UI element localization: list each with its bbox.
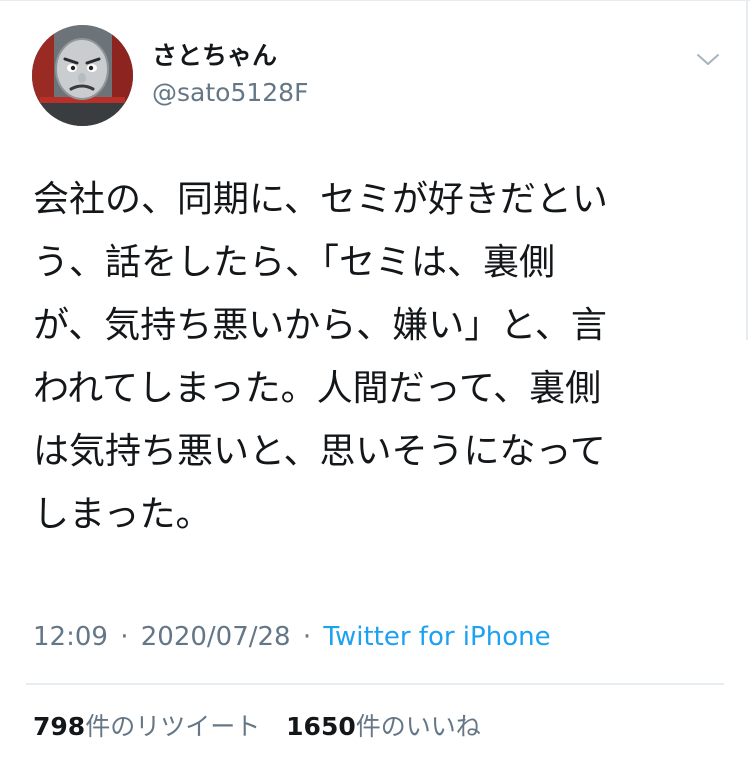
tweet-menu-button[interactable]	[692, 46, 724, 74]
tweet-detail: さとちゃん @sato5128F 会社の、同期に、セミが好きだとい う、話をした…	[0, 0, 750, 765]
tweet-text-line: 会社の、同期に、セミが好きだとい	[33, 179, 608, 220]
display-name[interactable]: さとちゃん	[152, 41, 277, 71]
tweet-text-line: われてしまった。人間だって、裏側	[33, 368, 602, 409]
likes-label: 件のいいね	[355, 712, 481, 741]
retweets-stat[interactable]: 798件のリツイート	[33, 710, 260, 744]
tweet-text-line: しまった。	[33, 494, 212, 535]
tweet-text-line: う、話をしたら、「セミは、裏側	[33, 242, 556, 283]
tweet-source-link[interactable]: Twitter for iPhone	[323, 622, 550, 652]
tweet-stats: 798件のリツイート 1650件のいいね	[33, 710, 481, 744]
meta-separator: ·	[302, 622, 312, 652]
tweet-meta: 12:09 · 2020/07/28 · Twitter for iPhone	[33, 619, 551, 655]
avatar[interactable]	[32, 25, 133, 126]
tweet-text-line: は気持ち悪いと、思いそうになって	[33, 431, 606, 472]
likes-stat[interactable]: 1650件のいいね	[286, 710, 481, 744]
tweet-date[interactable]: 2020/07/28	[141, 622, 291, 652]
tweet-text: 会社の、同期に、セミが好きだとい う、話をしたら、「セミは、裏側 が、気持ち悪い…	[33, 168, 718, 546]
divider	[26, 683, 724, 685]
tweet-time[interactable]: 12:09	[33, 622, 108, 652]
scroll-edge	[746, 0, 748, 340]
chevron-down-icon	[697, 54, 719, 65]
tweet-text-line: が、気持ち悪いから、嫌い」と、言	[33, 305, 607, 346]
top-divider	[0, 0, 750, 1]
train-face-avatar-icon	[32, 25, 133, 126]
retweets-count: 798	[33, 712, 86, 741]
user-handle[interactable]: @sato5128F	[152, 78, 308, 108]
meta-separator: ·	[120, 622, 129, 652]
retweets-label: 件のリツイート	[85, 712, 261, 741]
likes-count: 1650	[286, 712, 356, 741]
